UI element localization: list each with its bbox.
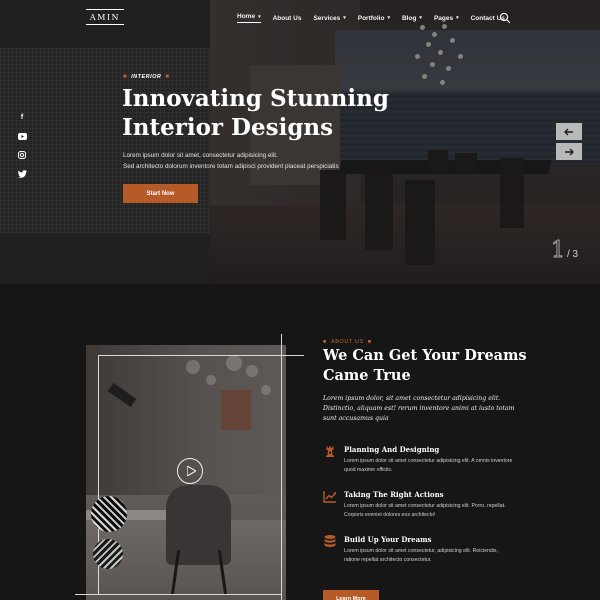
hero-title-line2: Interior Designs [122, 114, 334, 141]
slider-prev-button[interactable] [556, 123, 582, 140]
nav-item-services[interactable]: Services ▾ [313, 13, 345, 23]
database-icon [323, 534, 337, 548]
chevron-down-icon: ▾ [387, 15, 390, 21]
arrow-left-icon [564, 128, 573, 135]
nav-label: Blog [401, 14, 417, 22]
hero-background-image [210, 0, 600, 284]
slide-current: 1 [551, 238, 566, 264]
search-icon[interactable] [499, 11, 511, 24]
hero-title: Innovating Stunning Interior Designs [122, 84, 402, 142]
about-eyebrow: ■ ABOUT US ■ [323, 339, 372, 345]
slider-next-button[interactable] [556, 143, 582, 160]
chevron-down-icon: ▾ [343, 15, 346, 21]
slide-counter: 1 / 3 [551, 238, 579, 264]
feature-actions: Taking The Right Actions Lorem ipsum dol… [323, 489, 523, 529]
hero-eyebrow-text: INTERIOR [131, 74, 162, 80]
social-links: f [15, 110, 29, 186]
feature-build: Build Up Your Dreams Lorem ipsum dolor s… [323, 534, 523, 574]
learn-more-button[interactable]: Learn More [323, 590, 379, 600]
slide-total: / 3 [567, 249, 579, 260]
nav-label: Services [313, 14, 341, 22]
tower-icon [323, 444, 337, 458]
feature-title: Planning And Designing [344, 445, 440, 454]
play-icon [186, 466, 196, 476]
chevron-down-icon: ▾ [456, 15, 459, 21]
start-now-button[interactable]: Start Now [123, 184, 198, 203]
hero-slider: AMIN Home ▾ About Us Services ▾ Portfolio ▾… [0, 0, 600, 284]
about-title-line2: Came True [323, 367, 411, 384]
site-logo[interactable]: AMIN [86, 9, 124, 25]
twitter-icon[interactable] [15, 167, 29, 181]
nav-item-pages[interactable]: Pages ▾ [434, 13, 459, 23]
nav-label: Pages [433, 14, 454, 22]
decor-frame-line [98, 355, 304, 356]
chevron-down-icon: ▾ [258, 13, 261, 20]
feature-description: Lorem ipsum dolor sit amet consectetur a… [344, 503, 506, 518]
about-title: We Can Get Your Dreams Came True [323, 346, 543, 386]
main-nav: Home ▾ About Us Services ▾ Portfolio ▾ Blog… [237, 13, 517, 23]
youtube-icon[interactable] [15, 129, 29, 143]
feature-description: Lorem ipsum dolor sit amet consectetur, … [344, 548, 498, 563]
nav-item-about-us[interactable]: About Us [273, 13, 302, 23]
about-section: ■ ABOUT US ■ We Can Get Your Dreams Came T… [0, 284, 600, 600]
about-title-line1: We Can Get Your Dreams [323, 347, 527, 364]
arrow-right-icon [565, 148, 574, 155]
hero-description: Lorem ipsum dolor sit amet, consectetur … [123, 150, 373, 172]
decor-frame-line [75, 594, 281, 595]
nav-label: About Us [272, 14, 302, 22]
facebook-icon[interactable]: f [15, 110, 29, 124]
decor-pattern-disc [93, 539, 123, 569]
chevron-down-icon: ▾ [419, 15, 422, 21]
decor-pattern-disc [91, 496, 127, 532]
nav-item-portfolio[interactable]: Portfolio ▾ [358, 13, 390, 23]
hero-desc-line2: Sed architecto dolorum inventore totam a… [123, 163, 339, 170]
nav-label: Portfolio [357, 14, 385, 22]
nav-item-blog[interactable]: Blog ▾ [402, 13, 422, 23]
logo-text: AMIN [89, 12, 121, 22]
about-intro: Lorem ipsum dolor, sit amet consectetur … [323, 395, 515, 422]
nav-item-home[interactable]: Home ▾ [237, 13, 261, 23]
feature-title: Build Up Your Dreams [344, 535, 432, 544]
feature-title: Taking The Right Actions [344, 490, 444, 499]
hero-desc-line1: Lorem ipsum dolor sit amet, consectetur … [123, 152, 278, 159]
video-play-button[interactable] [177, 458, 203, 484]
instagram-icon[interactable] [15, 148, 29, 162]
chart-icon [323, 489, 337, 503]
decor-frame-line [281, 334, 282, 600]
feature-planning: Planning And Designing Lorem ipsum dolor… [323, 444, 523, 484]
about-eyebrow-text: ABOUT US [330, 339, 364, 345]
feature-description: Lorem ipsum dolor sit amet consectetur a… [344, 458, 513, 473]
hero-eyebrow: ■ INTERIOR ■ [123, 74, 170, 80]
nav-label: Home [237, 13, 256, 20]
hero-title-line1: Innovating Stunning [122, 85, 389, 112]
